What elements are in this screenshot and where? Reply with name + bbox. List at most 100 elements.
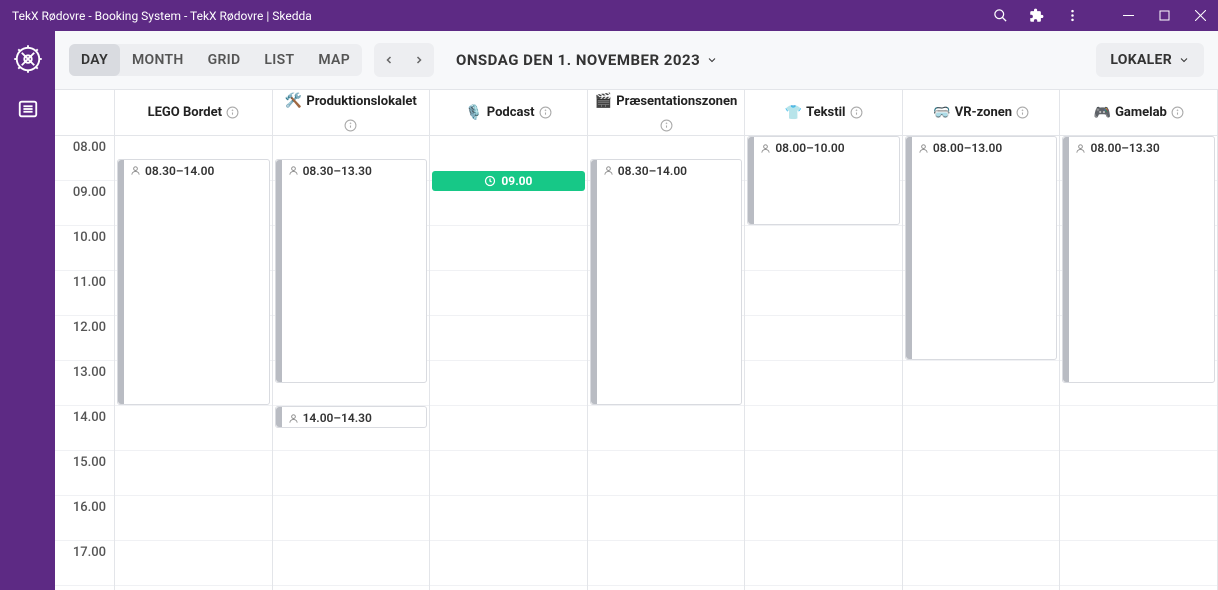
next-button[interactable] [404, 43, 434, 77]
calendar-column[interactable]: 08.30–14.00 [115, 136, 273, 590]
booking-label: 08.00–13.30 [1090, 141, 1159, 155]
calendar-cell[interactable] [745, 406, 902, 451]
booking[interactable]: 08.00–13.00 [905, 136, 1058, 360]
column-header[interactable]: 👕 Tekstil [745, 90, 903, 135]
info-icon[interactable] [1016, 106, 1029, 119]
column-label: Produktionslokalet [306, 94, 417, 109]
booking[interactable]: 08.30–14.00 [590, 159, 743, 406]
calendar-cell[interactable] [115, 406, 272, 451]
calendar-cell[interactable] [745, 496, 902, 541]
booking[interactable]: 08.30–13.30 [275, 159, 428, 383]
calendar-cell[interactable] [430, 541, 587, 586]
info-icon[interactable] [850, 106, 863, 119]
calendar-column[interactable]: 08.00–10.00 [745, 136, 903, 590]
column-header[interactable]: 🎮Gamelab [1060, 90, 1218, 135]
column-emoji-icon: 👕 [785, 105, 802, 121]
view-tab-grid[interactable]: GRID [196, 44, 253, 76]
close-button[interactable] [1182, 0, 1218, 31]
column-header[interactable]: 🥽VR-zonen [903, 90, 1061, 135]
calendar-cell[interactable] [903, 451, 1060, 496]
info-icon[interactable] [1171, 106, 1184, 119]
calendar-cell[interactable] [745, 451, 902, 496]
window-title: TekX Rødovre - Booking System - TekX Rød… [12, 9, 312, 23]
search-icon[interactable] [982, 0, 1018, 31]
calendar-cell[interactable] [1060, 496, 1217, 541]
maximize-button[interactable] [1146, 0, 1182, 31]
view-tab-map[interactable]: MAP [306, 44, 362, 76]
booking[interactable]: 08.00–13.30 [1062, 136, 1215, 383]
info-icon[interactable] [660, 119, 673, 132]
booking-label: 08.30–14.00 [145, 164, 214, 178]
time-row-label: 12.00 [55, 316, 114, 361]
calendar-cell[interactable] [430, 361, 587, 406]
column-emoji-icon: 🥽 [933, 105, 950, 121]
time-row-label: 09.00 [55, 181, 114, 226]
booking[interactable]: 08.30–14.00 [117, 159, 270, 406]
calendar-cell[interactable] [430, 406, 587, 451]
prev-button[interactable] [374, 43, 404, 77]
booking[interactable]: 08.00–10.00 [747, 136, 900, 225]
toolbar: DAYMONTHGRIDLISTMAP ONSDAG DEN 1. NOVEMB… [55, 31, 1218, 89]
calendar-cell[interactable] [273, 541, 430, 586]
column-header[interactable]: 🛠️Produktionslokalet [273, 90, 431, 135]
booking-bar [118, 160, 124, 405]
calendar-cell[interactable] [903, 496, 1060, 541]
calendar-cell[interactable] [430, 316, 587, 361]
calendar-cell[interactable] [430, 451, 587, 496]
calendar-cell[interactable] [273, 496, 430, 541]
calendar-column[interactable]: 08.30–13.30 14.00–14.30 [273, 136, 431, 590]
list-view-icon[interactable] [10, 91, 46, 127]
calendar-column[interactable]: 08.00–13.30 [1060, 136, 1218, 590]
info-icon[interactable] [226, 106, 239, 119]
info-icon[interactable] [539, 106, 552, 119]
calendar-cell[interactable] [745, 316, 902, 361]
info-icon[interactable] [344, 119, 357, 132]
column-headers: LEGO Bordet🛠️Produktionslokalet🎙️Podcast… [55, 90, 1218, 136]
calendar-column[interactable]: 08.00–13.00 [903, 136, 1061, 590]
app-logo-icon[interactable] [10, 41, 46, 77]
view-tab-month[interactable]: MONTH [120, 44, 196, 76]
booking-bar [276, 160, 282, 382]
column-label: Tekstil [806, 105, 845, 120]
calendar-cell[interactable] [903, 361, 1060, 406]
calendar-cell[interactable] [1060, 451, 1217, 496]
calendar-cell[interactable] [588, 451, 745, 496]
calendar-cell[interactable] [1060, 406, 1217, 451]
column-header[interactable]: LEGO Bordet [115, 90, 273, 135]
extensions-icon[interactable] [1018, 0, 1054, 31]
calendar-cell[interactable] [588, 541, 745, 586]
calendar-cell[interactable] [588, 496, 745, 541]
person-icon [288, 413, 299, 424]
minimize-button[interactable] [1110, 0, 1146, 31]
person-icon [288, 165, 299, 176]
calendar-cell[interactable] [115, 541, 272, 586]
calendar-cell[interactable] [588, 406, 745, 451]
window-titlebar: TekX Rødovre - Booking System - TekX Rød… [0, 0, 1218, 31]
date-picker[interactable]: ONSDAG DEN 1. NOVEMBER 2023 [456, 51, 718, 69]
calendar-column[interactable]: 09.00 [430, 136, 588, 590]
calendar-cell[interactable] [273, 451, 430, 496]
lokaler-button[interactable]: LOKALER [1096, 43, 1204, 77]
calendar-cell[interactable] [745, 361, 902, 406]
booking[interactable]: 14.00–14.30 [275, 406, 428, 428]
calendar-cell[interactable] [745, 541, 902, 586]
calendar-cell[interactable] [430, 226, 587, 271]
view-tab-list[interactable]: LIST [252, 44, 306, 76]
calendar-cell[interactable] [745, 271, 902, 316]
view-tab-day[interactable]: DAY [69, 44, 120, 76]
calendar-cell[interactable] [1060, 541, 1217, 586]
column-header[interactable]: 🎙️Podcast [430, 90, 588, 135]
calendar-column[interactable]: 08.30–14.00 [588, 136, 746, 590]
now-label: 09.00 [501, 174, 532, 188]
booking-label: 08.30–14.00 [618, 164, 687, 178]
more-icon[interactable] [1054, 0, 1090, 31]
booking-label: 14.00–14.30 [303, 411, 372, 425]
calendar-cell[interactable] [430, 496, 587, 541]
calendar-cell[interactable] [115, 451, 272, 496]
calendar-cell[interactable] [745, 226, 902, 271]
column-header[interactable]: 🎬Præsentationszonen [588, 90, 746, 135]
calendar-cell[interactable] [903, 406, 1060, 451]
calendar-cell[interactable] [903, 541, 1060, 586]
calendar-cell[interactable] [430, 271, 587, 316]
calendar-cell[interactable] [115, 496, 272, 541]
